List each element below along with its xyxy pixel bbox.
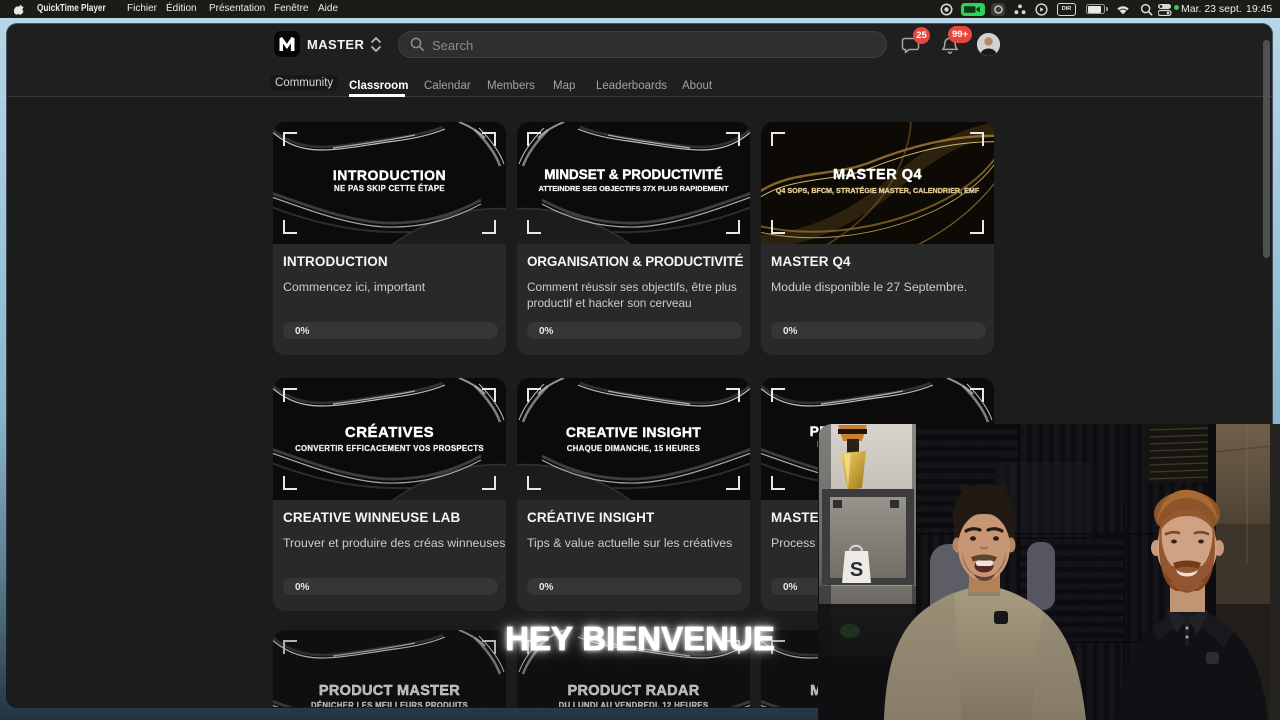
svg-text:S: S xyxy=(850,559,863,581)
